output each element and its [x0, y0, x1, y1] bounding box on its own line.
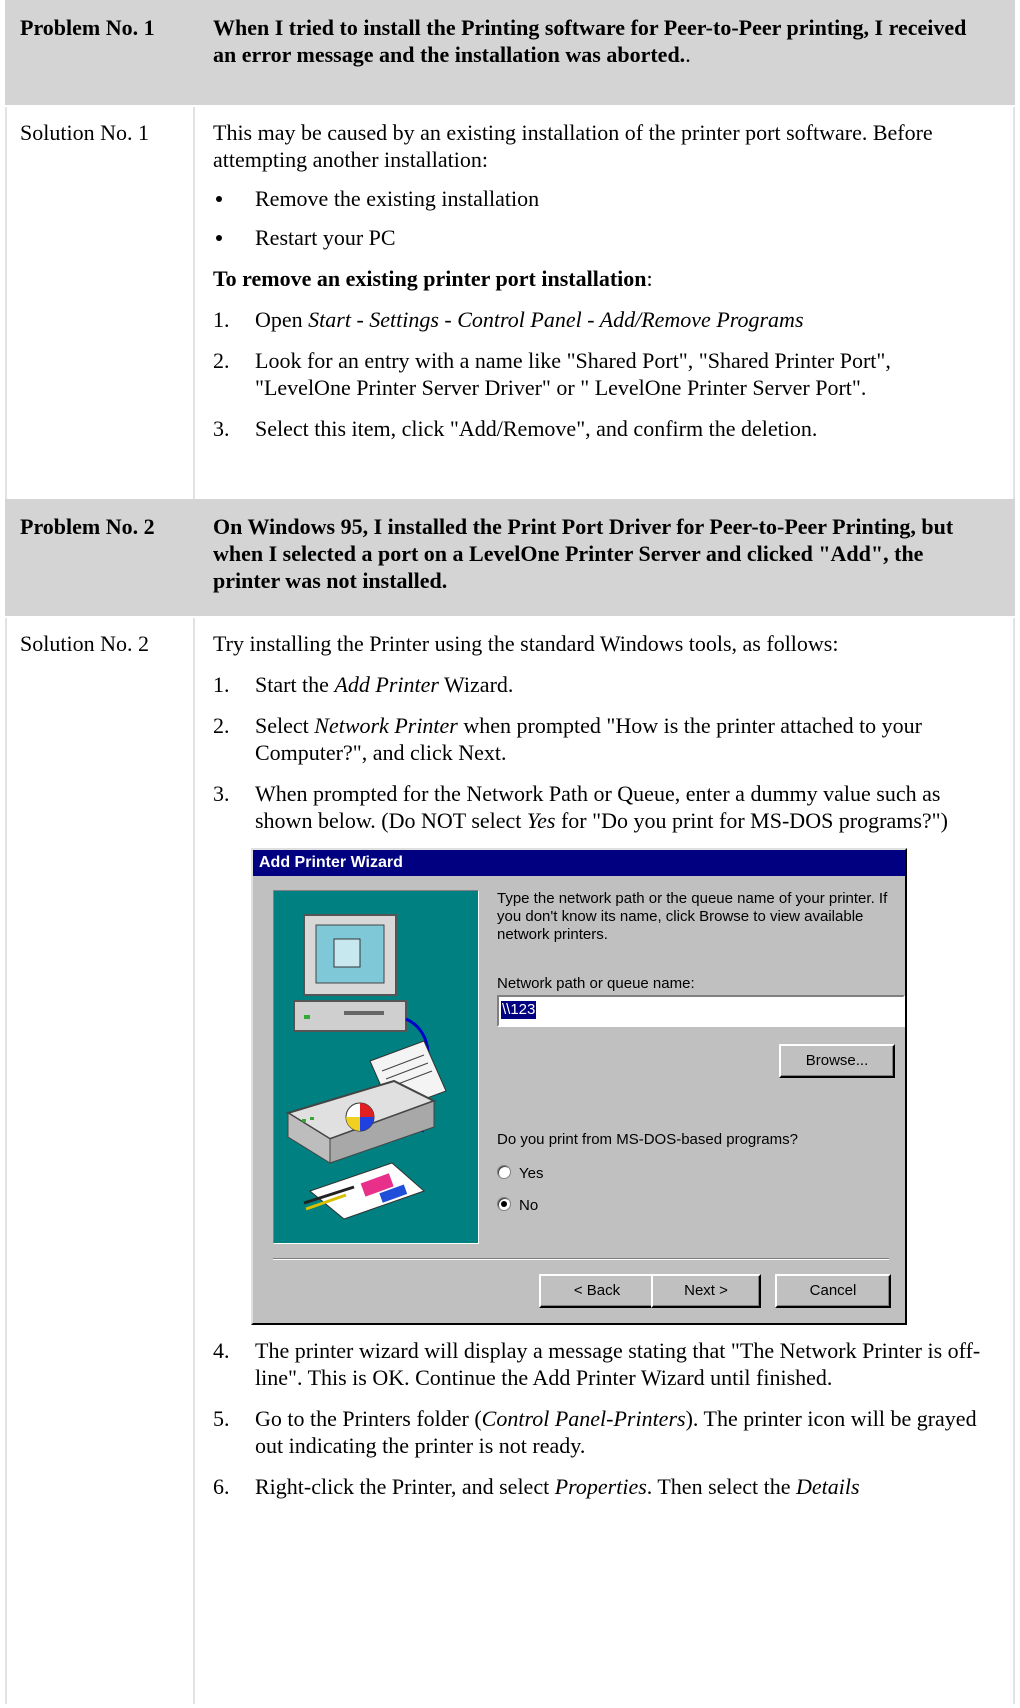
remove-heading: To remove an existing printer port insta… — [213, 266, 653, 291]
solution-2-row: Solution No. 2 Try installing the Printe… — [5, 618, 1015, 1708]
step-item: 1. Open Start - Settings - Control Panel … — [213, 307, 804, 332]
step-item: 2. Look for an entry with a name like "Sh… — [213, 348, 891, 400]
problem-2-text: On Windows 95, I installed the Print Por… — [213, 514, 954, 593]
step-item: 3. When prompted for the Network Path or … — [213, 781, 948, 833]
bullet-item: Restart your PC — [213, 224, 983, 251]
solution-2-intro: Try installing the Printer using the sta… — [213, 631, 839, 656]
computer-printer-icon — [285, 914, 447, 1220]
browse-button[interactable]: Browse... — [779, 1044, 895, 1078]
network-path-label: Network path or queue name: — [497, 975, 695, 992]
step-item: 5. Go to the Printers folder (Control Pan… — [213, 1406, 977, 1458]
wizard-illustration — [273, 890, 479, 1244]
step-item: 4. The printer wizard will display a mess… — [213, 1338, 981, 1390]
solution-1-body: This may be caused by an existing instal… — [213, 119, 983, 456]
problem-1-label: Problem No. 1 — [20, 15, 155, 40]
step-item: 6. Right-click the Printer, and select Pr… — [213, 1474, 860, 1499]
back-button[interactable]: < Back — [539, 1274, 655, 1308]
step-item: 3. Select this item, click "Add/Remove", … — [213, 416, 818, 441]
bullet-item: Remove the existing installation — [213, 185, 983, 212]
solution-2-body: Try installing the Printer using the sta… — [213, 630, 983, 1514]
dialog-prompt-text: Type the network path or the queue name … — [497, 890, 888, 943]
problem-2-row: Problem No. 2 On Windows 95, I installed… — [5, 499, 1015, 618]
radio-circle-icon — [497, 1165, 511, 1179]
problem-1-text: When I tried to install the Printing sof… — [213, 15, 967, 67]
network-path-value: \\123 — [501, 1001, 537, 1019]
dialog-separator — [273, 1258, 889, 1260]
yes-radio[interactable]: Yes — [497, 1160, 543, 1187]
next-button[interactable]: Next > — [651, 1274, 761, 1308]
network-path-input[interactable]: \\123 — [497, 995, 905, 1027]
problem-2-label: Problem No. 2 — [20, 514, 155, 539]
solution-2-label: Solution No. 2 — [20, 631, 149, 656]
add-printer-wizard-dialog: Add Printer Wizard Type the network path… — [251, 848, 907, 1325]
step-item: 2. Select Network Printer when prompted "… — [213, 713, 923, 765]
solution-1-row: Solution No. 1 This may be caused by an … — [5, 107, 1015, 497]
solution-1-intro: This may be caused by an existing instal… — [213, 120, 933, 172]
radio-selected-icon — [497, 1197, 511, 1211]
problem-1-row: Problem No. 1 When I tried to install th… — [5, 0, 1015, 107]
dialog-title-bar: Add Printer Wizard — [253, 850, 905, 876]
no-radio[interactable]: No — [497, 1192, 538, 1219]
solution-1-label: Solution No. 1 — [20, 120, 149, 145]
step-item: 1. Start the Add Printer Wizard. — [213, 672, 514, 697]
cancel-button[interactable]: Cancel — [775, 1274, 891, 1308]
msdos-question: Do you print from MS-DOS-based programs? — [497, 1131, 798, 1148]
